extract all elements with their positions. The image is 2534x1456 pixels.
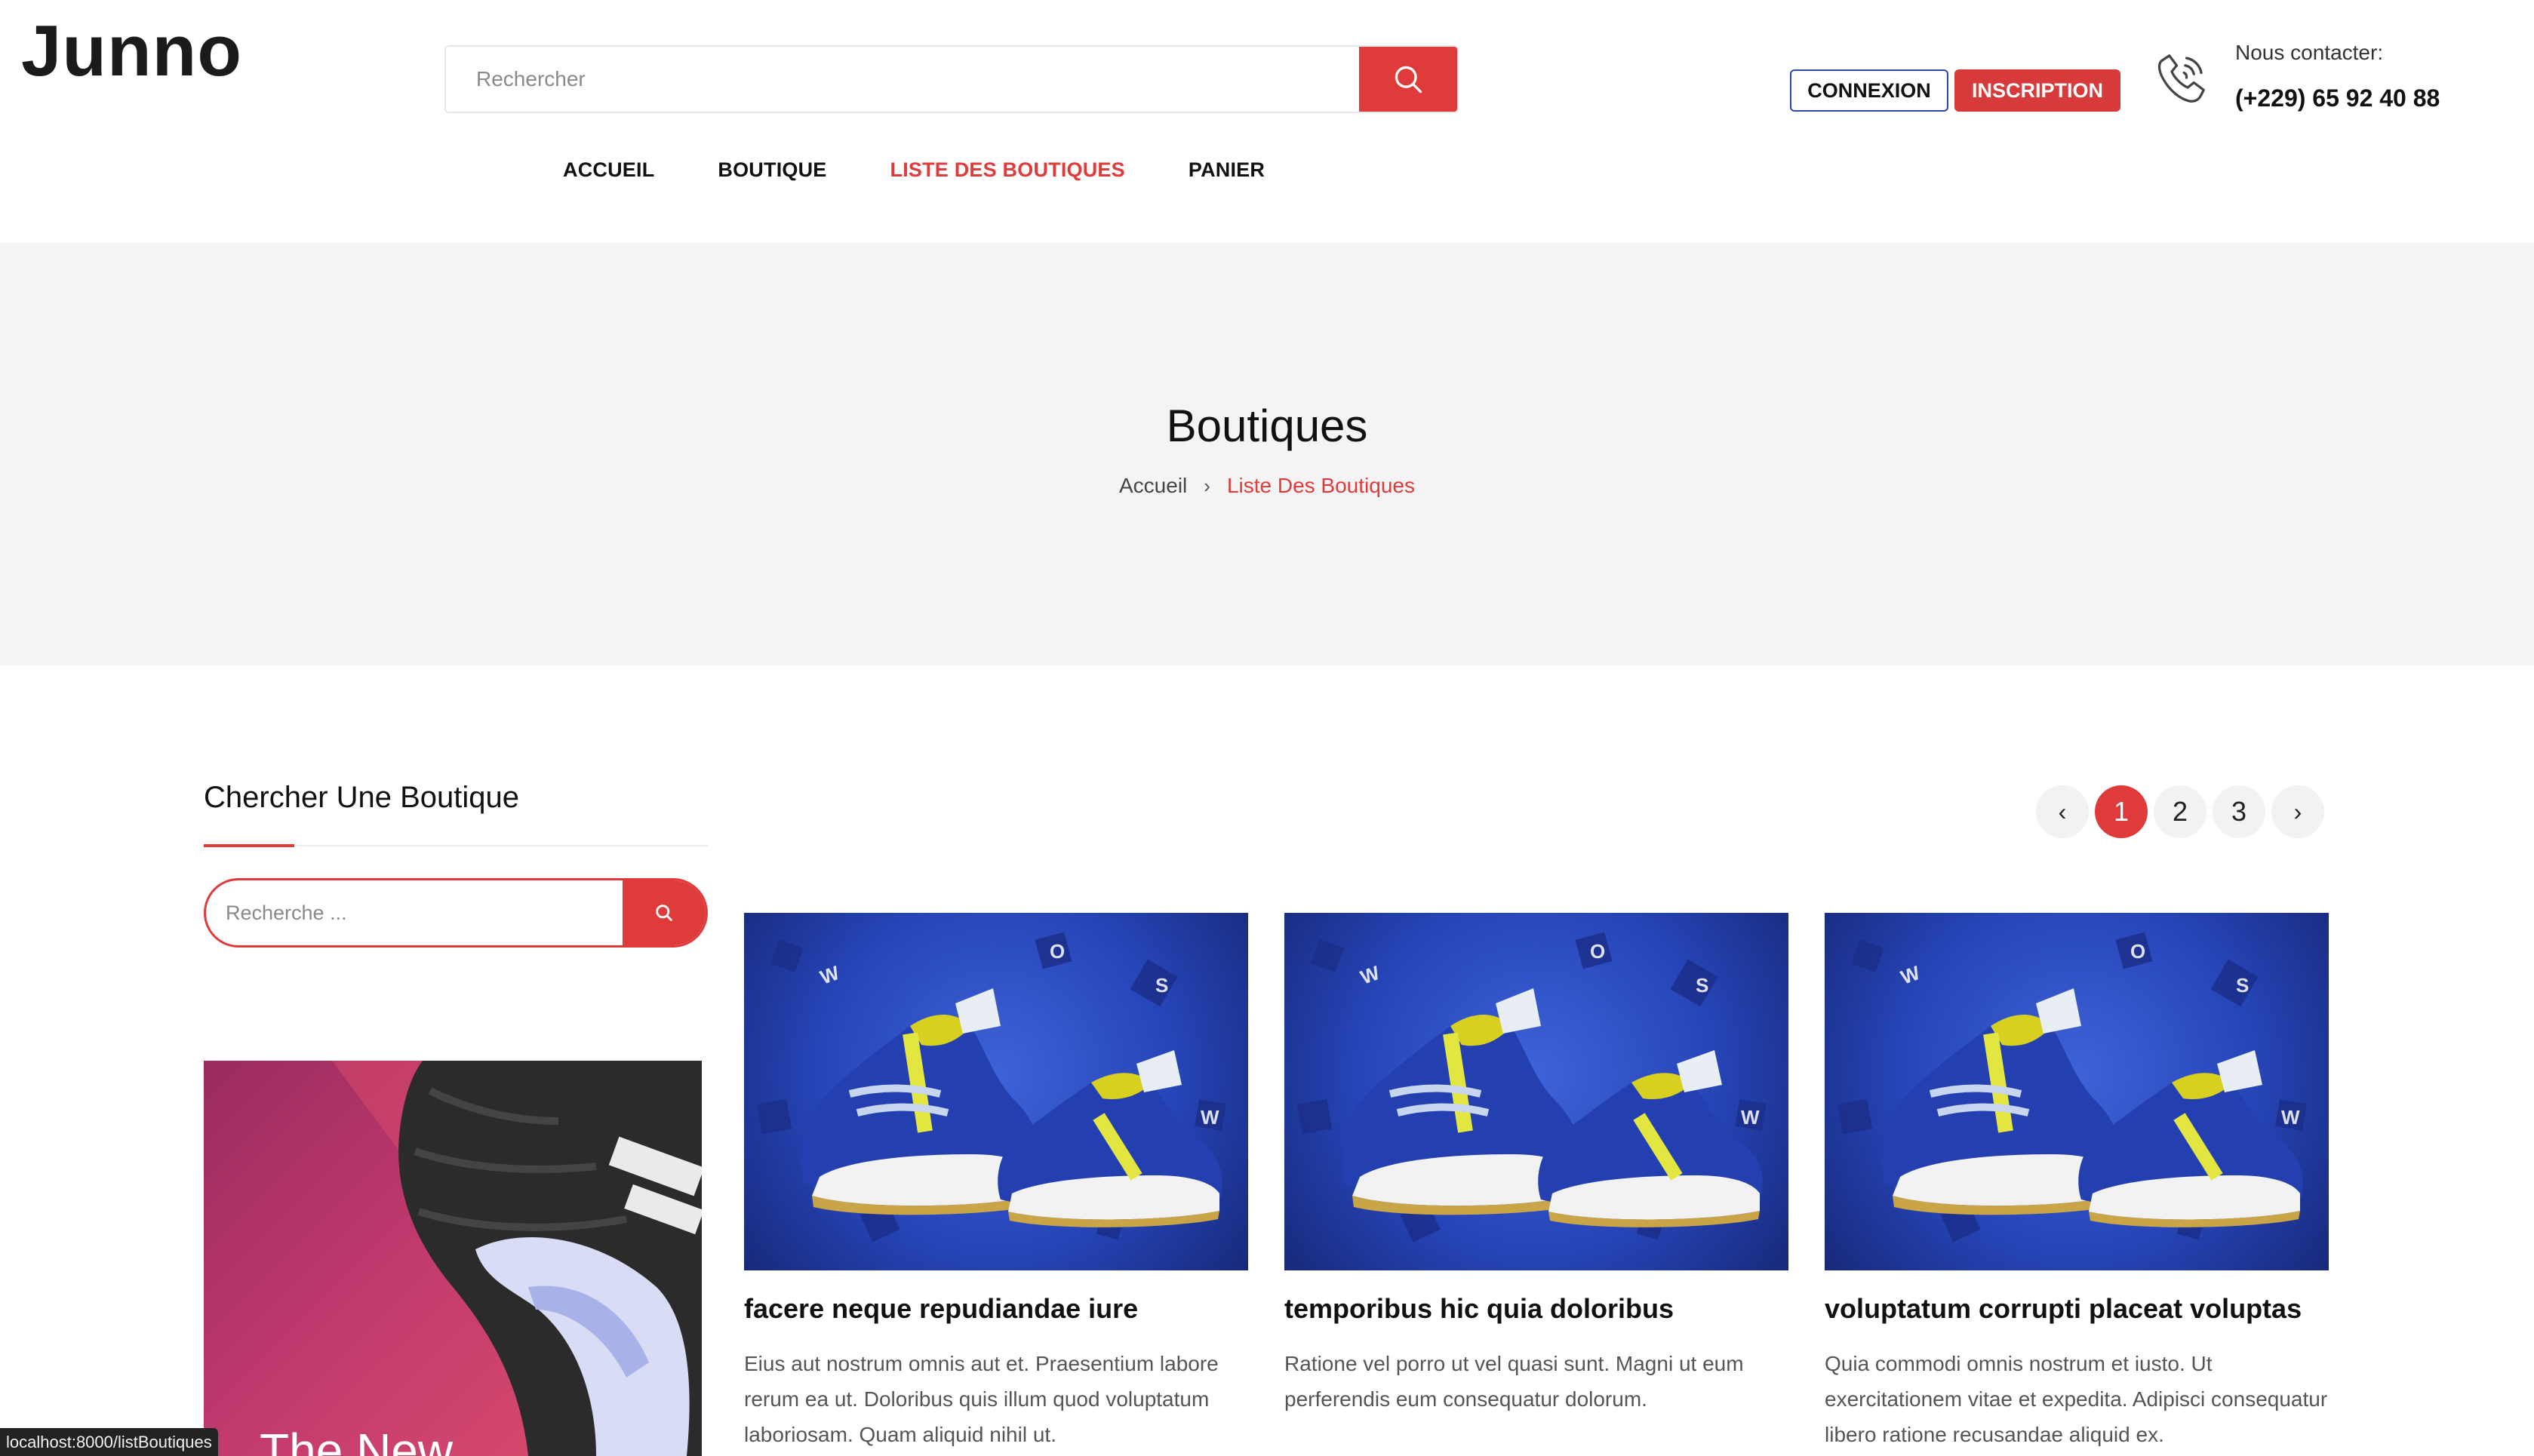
nav-item-accueil[interactable]: ACCUEIL xyxy=(563,158,654,182)
pagination-page-1[interactable]: 1 xyxy=(2095,785,2148,838)
search-icon xyxy=(656,905,672,921)
shop-description: Quia commodi omnis nostrum et iusto. Ut … xyxy=(1825,1352,2328,1446)
search-button[interactable] xyxy=(1359,47,1457,112)
sidebar-divider-accent xyxy=(204,844,294,847)
svg-text:W: W xyxy=(1358,961,1383,989)
shop-card: W O S S W voluptatum corrupti placeat vo… xyxy=(1825,913,2329,1452)
login-button[interactable]: CONNEXION xyxy=(1790,69,1948,112)
shop-description: Ratione vel porro ut vel quasi sunt. Mag… xyxy=(1284,1352,1744,1411)
breadcrumb-current: Liste Des Boutiques xyxy=(1226,474,1415,497)
shop-card: W O S S W facere neque repudiandae iure … xyxy=(744,913,1248,1452)
nav-item-liste-des-boutiques[interactable]: LISTE DES BOUTIQUES xyxy=(890,158,1125,182)
shop-title[interactable]: temporibus hic quia doloribus xyxy=(1284,1293,1788,1325)
svg-text:W: W xyxy=(1201,1106,1219,1129)
breadcrumb: Accueil › Liste Des Boutiques xyxy=(0,474,2534,498)
logo[interactable]: Junno xyxy=(21,15,242,88)
pagination-page-2[interactable]: 2 xyxy=(2154,785,2206,838)
svg-text:W: W xyxy=(1741,1106,1760,1129)
page-title: Boutiques xyxy=(1166,401,1368,451)
svg-text:O: O xyxy=(1050,940,1065,963)
header-search xyxy=(444,45,1459,113)
svg-text:W: W xyxy=(1898,961,1924,989)
svg-text:S: S xyxy=(2236,974,2249,997)
breadcrumb-home-link[interactable]: Accueil xyxy=(1119,474,1187,498)
shop-card: W O S S W temporibus hic quia doloribus … xyxy=(1284,913,1788,1417)
shop-description: Eius aut nostrum omnis aut et. Praesenti… xyxy=(744,1352,1219,1446)
main-nav: ACCUEIL BOUTIQUE LISTE DES BOUTIQUES PAN… xyxy=(563,158,1328,182)
shop-title[interactable]: voluptatum corrupti placeat voluptas xyxy=(1825,1293,2329,1325)
shop-image[interactable]: W O S S W xyxy=(744,913,1248,1270)
pagination-page-3[interactable]: 3 xyxy=(2213,785,2265,838)
svg-text:W: W xyxy=(2281,1106,2300,1129)
svg-text:S: S xyxy=(1155,974,1168,997)
contact-label: Nous contacter: xyxy=(2235,41,2384,64)
search-icon xyxy=(1395,66,1422,94)
shop-image[interactable]: W O S S W xyxy=(1284,913,1788,1270)
shop-search-button[interactable] xyxy=(623,880,706,945)
phone-icon xyxy=(2157,54,2205,103)
shop-search xyxy=(204,878,708,948)
signup-button[interactable]: INSCRIPTION xyxy=(1954,69,2120,112)
promo-banner[interactable]: The New xyxy=(204,1061,702,1456)
shop-title[interactable]: facere neque repudiandae iure xyxy=(744,1293,1248,1325)
shop-image[interactable]: W O S S W xyxy=(1825,913,2329,1270)
pagination-prev-button[interactable]: ‹ xyxy=(2036,785,2089,838)
nav-item-panier[interactable]: PANIER xyxy=(1189,158,1265,182)
search-input[interactable] xyxy=(446,47,1359,112)
contact-phone[interactable]: (+229) 65 92 40 88 xyxy=(2235,84,2440,112)
svg-text:O: O xyxy=(1590,940,1605,963)
page-banner xyxy=(0,243,2534,665)
status-bar-url: localhost:8000/listBoutiques xyxy=(0,1428,218,1456)
promo-text: The New xyxy=(260,1424,454,1456)
sneaker-image xyxy=(332,1061,702,1456)
pagination-next-button[interactable]: › xyxy=(2271,785,2324,838)
svg-text:O: O xyxy=(2130,940,2145,963)
nav-item-boutique[interactable]: BOUTIQUE xyxy=(718,158,826,182)
svg-text:S: S xyxy=(1696,974,1708,997)
sidebar-title: Chercher Une Boutique xyxy=(204,781,520,814)
svg-text:W: W xyxy=(817,961,843,989)
shop-search-input[interactable] xyxy=(206,880,623,945)
pagination: ‹ 1 2 3 › xyxy=(2036,785,2324,838)
chevron-right-icon: › xyxy=(1204,474,1210,497)
